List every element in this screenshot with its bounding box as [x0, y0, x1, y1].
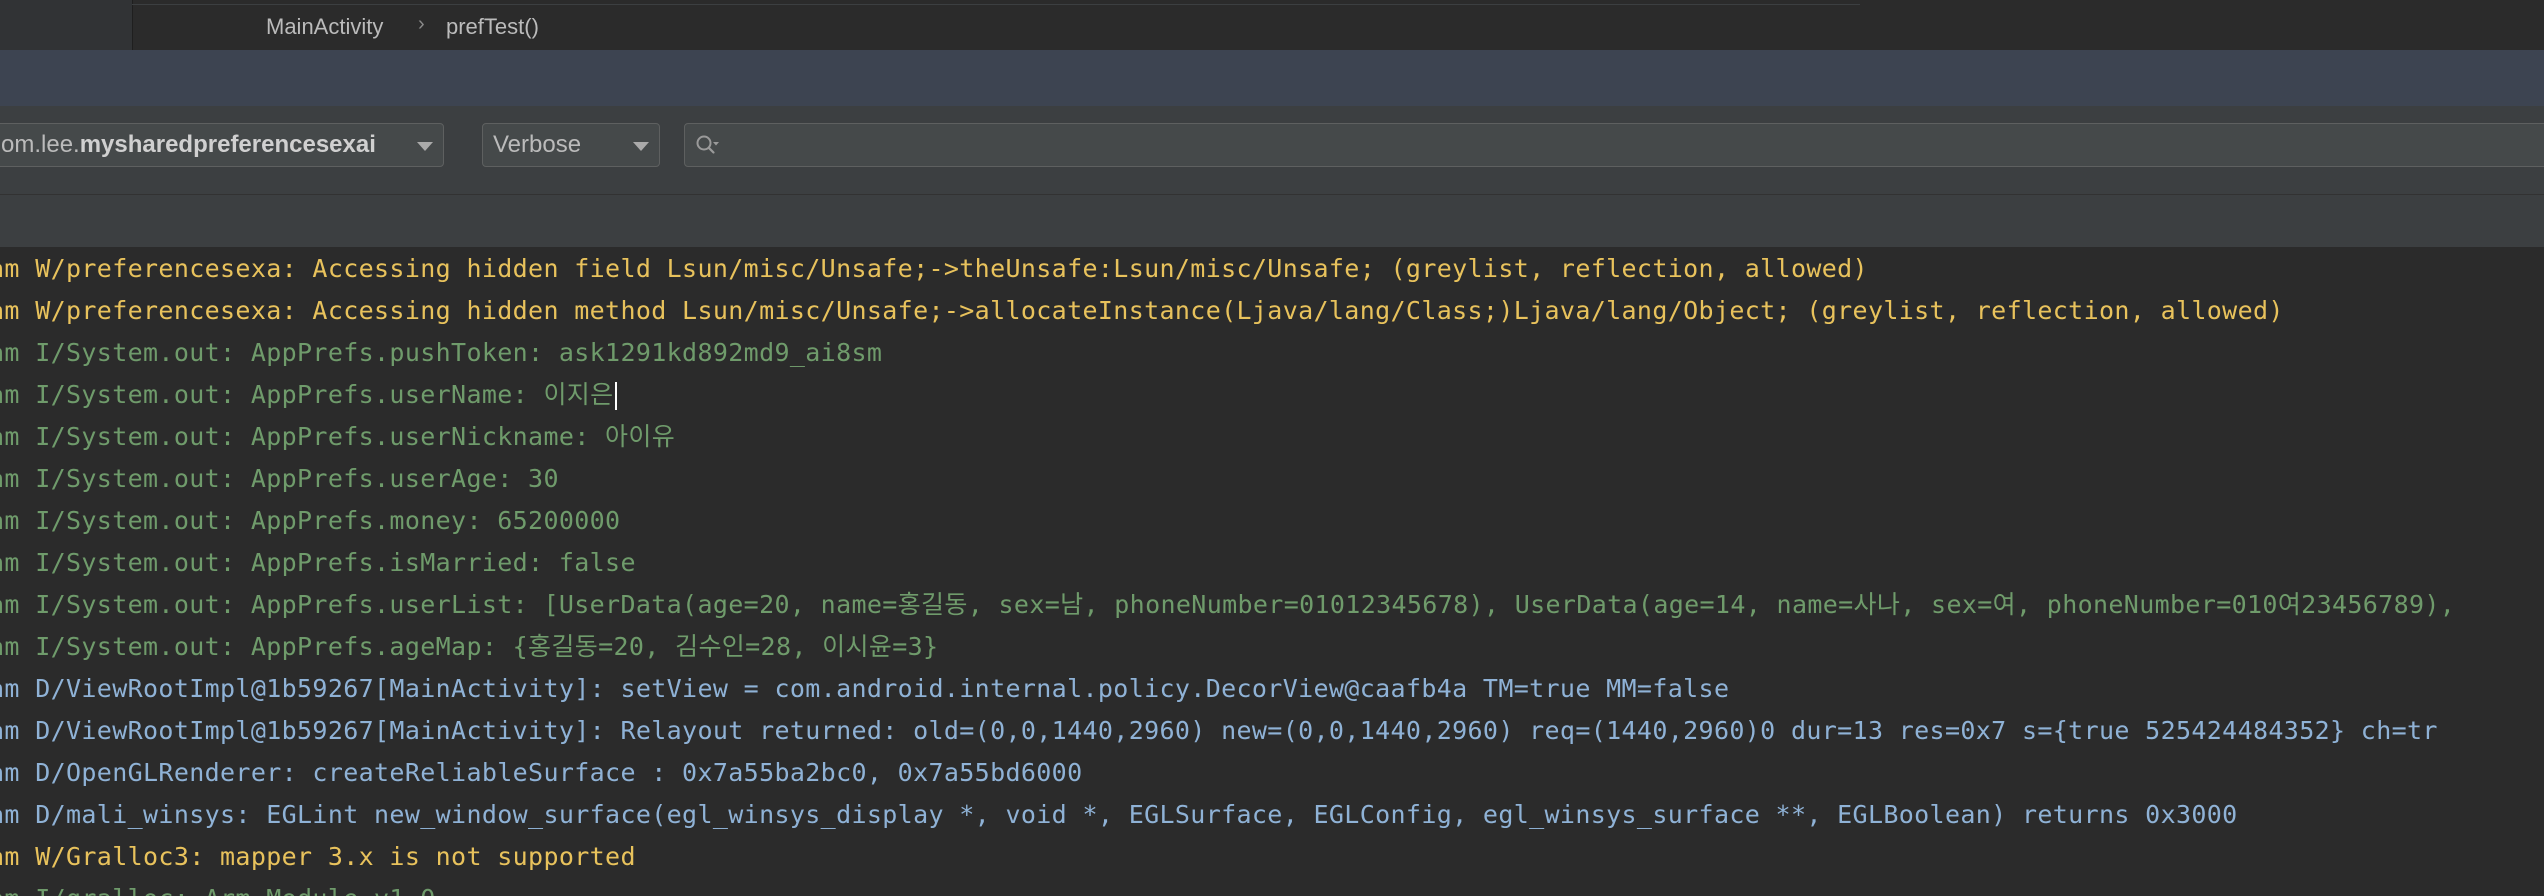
log-level-select[interactable]: Verbose [482, 123, 660, 167]
log-line: am W/preferencesexa: Accessing hidden fi… [0, 254, 1868, 283]
logcat-panel-header [0, 50, 2544, 106]
chevron-down-icon [417, 142, 433, 151]
log-line: am D/mali_winsys: EGLint new_window_surf… [0, 800, 2238, 829]
log-line: am D/ViewRootImpl@1b59267[MainActivity]:… [0, 716, 2438, 745]
log-line: am W/preferencesexa: Accessing hidden me… [0, 296, 2284, 325]
log-level-select-value: Verbose [493, 131, 582, 158]
breadcrumb-method[interactable]: prefTest() [446, 14, 539, 40]
log-line-with-caret: am I/System.out: AppPrefs.userName: 이지은 [0, 374, 617, 416]
editor-gutter [0, 0, 133, 50]
breadcrumb-class[interactable]: MainActivity [266, 14, 383, 40]
log-line: am I/System.out: AppPrefs.ageMap: {홍길동=2… [0, 632, 939, 661]
text-caret [614, 382, 617, 410]
logcat-output[interactable]: am W/preferencesexa: Accessing hidden fi… [0, 248, 2544, 896]
log-line: am I/System.out: AppPrefs.isMarried: fal… [0, 548, 636, 577]
search-icon[interactable] [695, 133, 719, 157]
log-line: am I/System.out: AppPrefs.userName: 이지은 [0, 380, 614, 409]
search-input[interactable] [733, 128, 2437, 164]
chevron-down-icon [633, 142, 649, 151]
editor-bottom-border [132, 0, 1860, 5]
log-line: am D/OpenGLRenderer: createReliableSurfa… [0, 758, 1083, 787]
process-select[interactable]: om.lee.mysharedpreferencesexai [0, 123, 444, 167]
log-line: am I/System.out: AppPrefs.userAge: 30 [0, 464, 559, 493]
breadcrumb: MainActivity › prefTest() [0, 0, 2544, 51]
log-line: am W/Gralloc3: mapper 3.x is not support… [0, 842, 636, 871]
log-line: am I/gralloc: Arm Module v1.0 [0, 878, 436, 896]
log-line: am I/System.out: AppPrefs.money: 6520000… [0, 506, 621, 535]
log-line: am D/ViewRootImpl@1b59267[MainActivity]:… [0, 674, 1730, 703]
process-select-value: om.lee.mysharedpreferencesexai [1, 131, 376, 158]
breadcrumb-separator-icon: › [418, 13, 425, 35]
log-line: am I/System.out: AppPrefs.userList: [Use… [0, 590, 2456, 619]
log-line: am I/System.out: AppPrefs.pushToken: ask… [0, 338, 883, 367]
log-search-field[interactable] [684, 123, 2544, 167]
logcat-subheader [0, 195, 2544, 248]
log-line: am I/System.out: AppPrefs.userNickname: … [0, 422, 676, 451]
